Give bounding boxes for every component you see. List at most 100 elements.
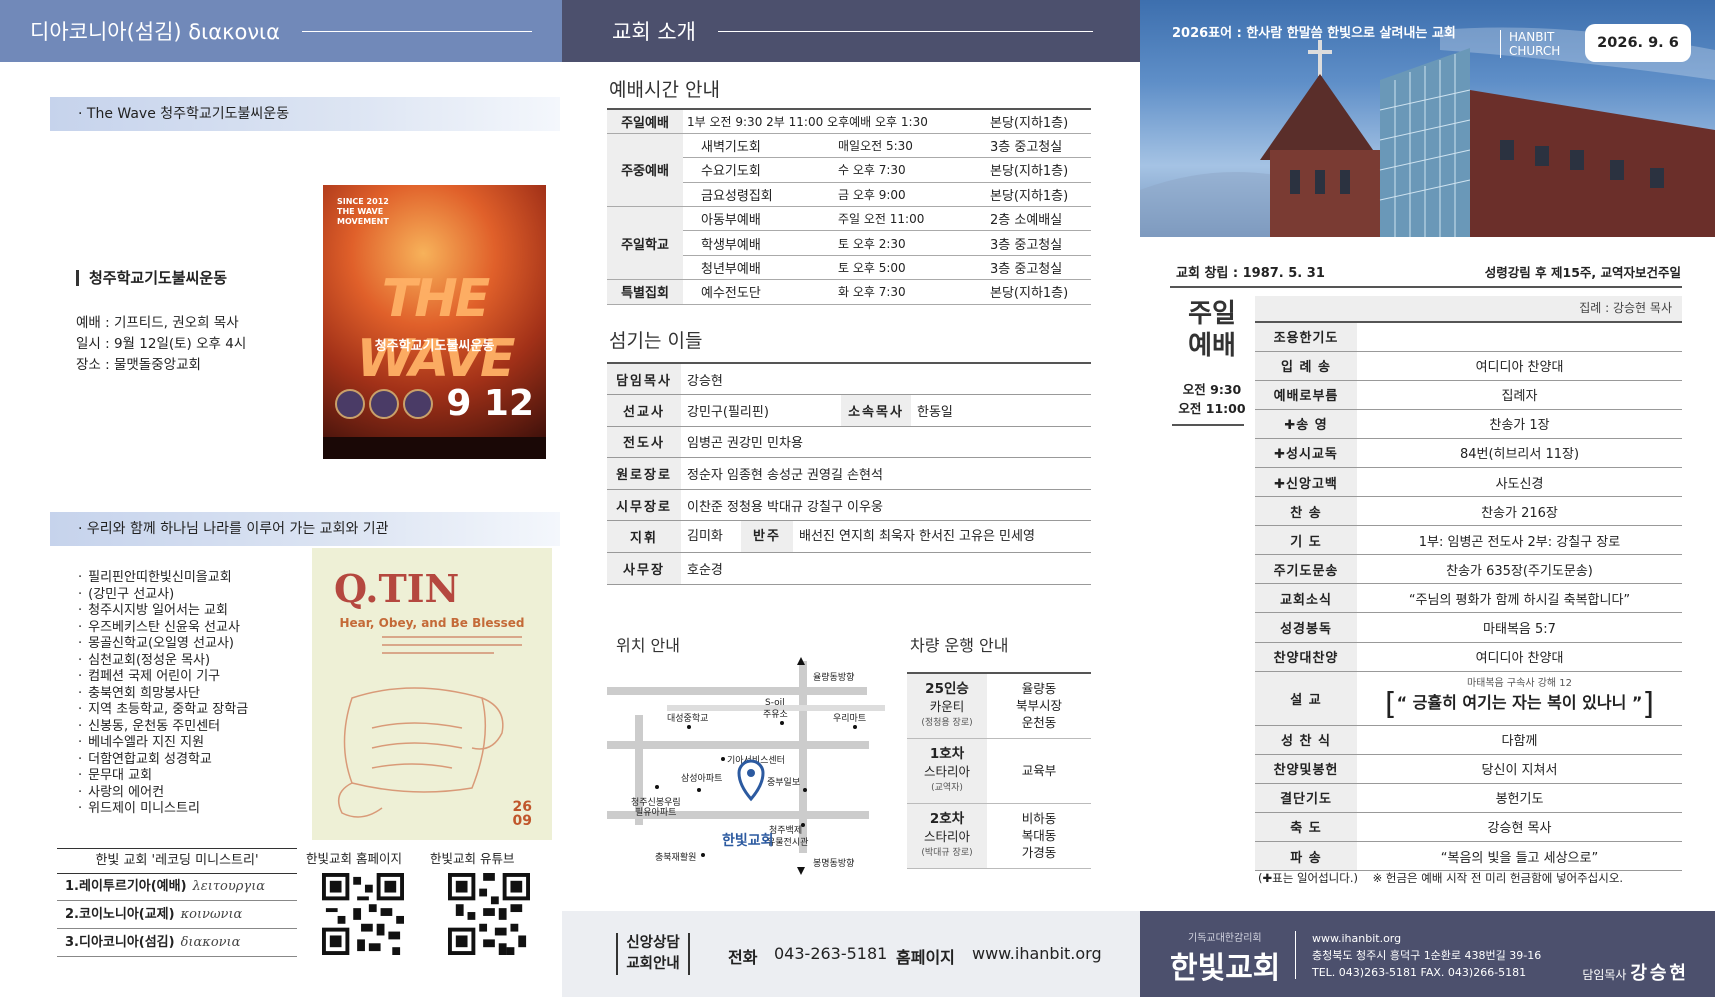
server-label: 지휘 (607, 520, 681, 554)
map-label-south: 봉명동방향 (813, 857, 854, 869)
schedule-place: 본당(지하1층) (986, 107, 1091, 134)
table-row: ✚송 영 찬송가 1장 (1255, 409, 1682, 439)
recording-item: 3.디아코니아(섬김) διακονια (57, 930, 297, 957)
poster-top-text: SINCE 2012 THE WAVE MOVEMENT (337, 197, 389, 226)
church-address: www.ihanbit.org 충청북도 청주시 흥덕구 1순환로 438번길 … (1312, 930, 1541, 981)
schedule-time: 매일오전 5:30 (834, 133, 986, 159)
bulletin-date: 2026. 9. 6 (1585, 24, 1691, 62)
table-row: 찬 송 찬송가 216장 (1255, 496, 1682, 527)
founded-date: 교회 창립 : 1987. 5. 31 (1176, 266, 1325, 281)
list-item: 심천교회(정성운 목사) (78, 653, 248, 670)
web-link[interactable]: www.ihanbit.org (972, 944, 1102, 963)
schedule-category: 특별집회 (607, 279, 683, 305)
map-label-mart: 우리마트 (833, 713, 866, 724)
server-label: 사무장 (607, 552, 681, 586)
institutions-list: 필리핀안띠한빛신미을교회 (강민구 선교사) 청주시지방 일어서는 교회 우즈베… (78, 570, 248, 818)
schedule-name: 청년부예배 (683, 255, 834, 281)
qtin-date: 26 09 (512, 799, 532, 829)
servers-table: 담임목사 강승현 선교사 강민구(필리핀) 소속목사 한동일 전도사 임병곤 권… (607, 362, 1091, 586)
list-item: 베네수엘라 지진 지원 (78, 735, 248, 752)
schedule-name: 수요기도회 (683, 157, 834, 183)
schedule-time: 토 오후 2:30 (834, 230, 986, 256)
list-item: 신봉동, 운천동 주민센터 (78, 719, 248, 736)
list-item: 위드제이 미니스트리 (78, 801, 248, 818)
qr-homepage-code[interactable] (322, 873, 404, 955)
church-website[interactable]: www.ihanbit.org (1312, 930, 1541, 947)
phone-label: 전화 (728, 948, 758, 967)
denomination: 기독교대한감리회 (1188, 933, 1262, 944)
recording-title: 한빛 교회 '레코딩 미니스트리' (57, 848, 297, 874)
wave-section-bar: · The Wave 청주학교기도불씨운동 (50, 97, 560, 131)
poster-subtitle: 청주학교기도불씨운동 (374, 339, 495, 354)
annual-motto: 2026표어 : 한사람 한말씀 한빛으로 살려내는 교회 (1172, 26, 1456, 41)
panel1-header: 디아코니아(섬김) διακονια (0, 0, 562, 62)
list-item: 청주시지방 일어서는 교회 (78, 603, 248, 620)
table-row: 찬양대찬양 여디디아 찬양대 (1255, 642, 1682, 672)
schedule-name: 아동부예배 (683, 206, 834, 232)
poster-date: 9 12 (446, 383, 534, 424)
panel2-header: 교회 소개 (562, 0, 1140, 62)
divider (1172, 424, 1244, 426)
qr-youtube-label: 한빛교회 유튜브 (430, 851, 515, 866)
bus-areas: 비하동 복대동 가경동 (987, 803, 1091, 869)
schedule-time: 주일 오전 11:00 (834, 206, 986, 232)
table-row: 성경봉독 마태복음 5:7 (1255, 612, 1682, 643)
worship-time-1: 오전 9:30 (1182, 382, 1242, 397)
table-row: 주일예배 1부 오전 9:30 2부 11:00 오후예배 오후 1:30 본당… (607, 107, 1091, 134)
schedule-name: 1부 오전 9:30 2부 11:00 오후예배 오후 1:30 (683, 107, 986, 134)
list-item: 우즈베키스탄 신윤욱 선교사 (78, 620, 248, 637)
institutions-section-bar: · 우리와 함께 하나님 나라를 이루어 가는 교회와 기관 (50, 512, 560, 546)
map-label-museum: 청주백제 (769, 825, 802, 836)
server-value: 김미화 반주 배선진 연지희 최욱자 한서진 고유은 민세영 (681, 520, 1091, 554)
institutions-section-label: 우리와 함께 하나님 나라를 이루어 가는 교회와 기관 (86, 521, 389, 537)
schedule-time: 화 오후 7:30 (834, 279, 986, 305)
schedule-place: 본당(지하1층) (986, 157, 1091, 183)
table-row: 원로장로 정순자 임종현 송성군 권영길 손현석 (607, 457, 1091, 490)
location-map: 율량동방향 대성중학교 S-oil 주유소 우리마트 기아서비스센터 삼성아파트… (607, 657, 885, 875)
server-label: 선교사 (607, 394, 681, 427)
schedule-name: 학생부예배 (683, 230, 834, 256)
table-row-sermon: 설 교 [마태복음 구속사 강해 12 “ 긍휼히 여기는 자는 복이 있나니 ”… (1255, 671, 1682, 726)
poster-footer (323, 437, 546, 459)
qr-youtube-code[interactable] (448, 873, 530, 955)
map-label-apt: 삼성아파트 (681, 773, 722, 784)
table-row: 2호차 스타리아 (박대규 장로) 비하동 복대동 가경동 (907, 803, 1091, 869)
server-label: 담임목사 (607, 362, 681, 396)
phone-number[interactable]: 043-263-5181 (774, 944, 887, 963)
header-rule (717, 30, 1093, 32)
bus-vehicle: 1호차 스타리아 (교역자) (907, 738, 987, 804)
map-label-ilbo: 중부일보 (767, 777, 800, 788)
poster-speaker-photos (335, 389, 433, 419)
sermon-series: 마태복음 구속사 강해 12 (1466, 678, 1573, 690)
scroll-illustration (337, 687, 504, 818)
church-pin-icon (737, 759, 765, 802)
senior-pastor: 담임목사 강승현 (1582, 963, 1689, 984)
web-label: 홈페이지 (896, 948, 955, 967)
bus-areas: 율량동 북부시장 운천동 (987, 672, 1091, 739)
table-row: 사무장 호순경 (607, 552, 1091, 586)
map-label-welfare: 충북재활원 (655, 851, 696, 863)
church-english-name: HANBIT CHURCH (1500, 30, 1560, 58)
schedule-category: 주일예배 (607, 107, 683, 134)
table-row: 지휘 김미화 반주 배선진 연지희 최욱자 한서진 고유은 민세영 (607, 520, 1091, 554)
table-row: 주중예배 새벽기도회 매일오전 5:30 3층 중고청실 (607, 133, 1091, 208)
table-row: 성 찬 식 다함께 (1255, 725, 1682, 755)
header-rule (302, 30, 532, 32)
panel-worship-order: 2026표어 : 한사람 한말씀 한빛으로 살려내는 교회 HANBIT CHU… (1140, 0, 1715, 997)
schedule-category: 주일학교 (607, 206, 683, 281)
table-row: 시무장로 이찬준 정청용 박대규 강칠구 이우웅 (607, 489, 1091, 522)
table-row: 교회소식 “주님의 평화가 함께 하시길 축복합니다” (1255, 583, 1682, 614)
schedule-place: 3층 중고청실 (986, 230, 1091, 256)
recording-item: 1.레이투르기아(예배) λειτουργια (57, 874, 297, 901)
server-value: 이찬준 정청용 박대규 강칠구 이우웅 (681, 489, 1091, 522)
church-photo: 2026표어 : 한사람 한말씀 한빛으로 살려내는 교회 HANBIT CHU… (1140, 0, 1715, 237)
server-label: 시무장로 (607, 489, 681, 522)
map-label-sinbong2: 필유아파트 (635, 806, 676, 818)
bus-vehicle: 2호차 스타리아 (박대규 장로) (907, 803, 987, 869)
server-label: 원로장로 (607, 457, 681, 490)
worship-times: 오전 9:30 오전 11:00 (1176, 380, 1248, 418)
bus-areas: 교육부 (987, 738, 1091, 804)
church-street-address: 충청북도 청주시 흥덕구 1순환로 438번길 39-16 (1312, 949, 1542, 962)
church-phone-fax: TEL. 043)263-5181 FAX. 043)266-5181 (1312, 966, 1527, 979)
table-row: 담임목사 강승현 (607, 362, 1091, 396)
